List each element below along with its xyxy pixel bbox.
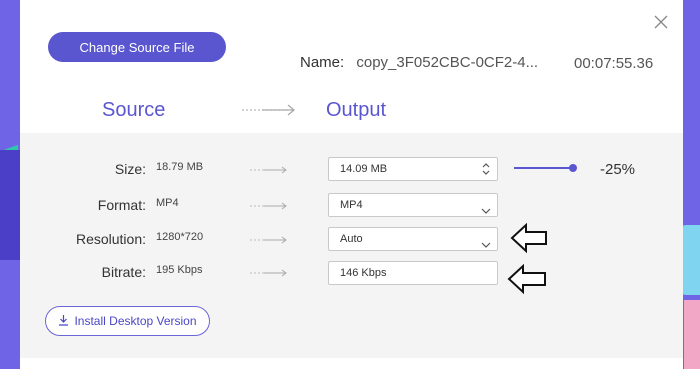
output-resolution-select[interactable]: Auto	[328, 227, 498, 251]
size-slider-track[interactable]	[514, 167, 574, 169]
output-format-value: MP4	[340, 199, 363, 211]
compress-settings-dialog: Change Source File Name: copy_3F052CBC-0…	[20, 0, 683, 369]
resolution-label: Resolution:	[75, 231, 146, 247]
arrow-right-icon	[250, 199, 290, 217]
background-decoration	[680, 225, 700, 295]
source-format-value: MP4	[156, 197, 179, 209]
source-size-value: 18.79 MB	[156, 161, 204, 173]
close-icon[interactable]	[653, 14, 669, 30]
name-label: Name:	[300, 54, 345, 71]
output-heading: Output	[326, 99, 387, 121]
output-bitrate-field[interactable]: 146 Kbps	[328, 261, 498, 285]
background-decoration	[0, 150, 22, 260]
source-bitrate-value: 195 Kbps	[156, 264, 203, 276]
arrow-right-icon	[250, 233, 290, 251]
outline-arrow-left-icon	[507, 263, 547, 300]
arrow-right-icon	[250, 266, 290, 284]
size-slider-handle[interactable]	[569, 164, 577, 172]
bitrate-label: Bitrate:	[101, 264, 146, 280]
chevron-down-icon[interactable]	[481, 201, 491, 223]
arrow-right-icon	[250, 163, 290, 181]
install-desktop-version-label: Install Desktop Version	[74, 314, 197, 328]
size-label: Size:	[114, 161, 146, 177]
outline-arrow-left-icon	[510, 222, 548, 259]
output-size-stepper[interactable]: 14.09 MB	[328, 157, 498, 181]
stepper-icon[interactable]	[481, 161, 491, 185]
install-desktop-version-button[interactable]: Install Desktop Version	[45, 306, 210, 336]
duration-value: 00:07:55.36	[574, 55, 654, 72]
source-resolution-value: 1280*720	[156, 231, 204, 243]
background-decoration	[684, 300, 700, 369]
size-percent: -25%	[600, 161, 636, 178]
file-name-row: Name: copy_3F052CBC-0CF2-4...	[300, 54, 538, 71]
output-bitrate-value: 146 Kbps	[340, 267, 387, 279]
file-name-value: copy_3F052CBC-0CF2-4...	[356, 54, 539, 71]
download-icon	[58, 314, 69, 329]
chevron-down-icon[interactable]	[481, 235, 491, 257]
change-source-file-button[interactable]: Change Source File	[48, 32, 226, 62]
arrow-right-icon	[242, 100, 298, 125]
output-size-value: 14.09 MB	[340, 163, 388, 175]
output-format-select[interactable]: MP4	[328, 193, 498, 217]
format-label: Format:	[97, 197, 146, 213]
source-heading: Source	[102, 99, 166, 121]
output-resolution-value: Auto	[340, 233, 363, 245]
